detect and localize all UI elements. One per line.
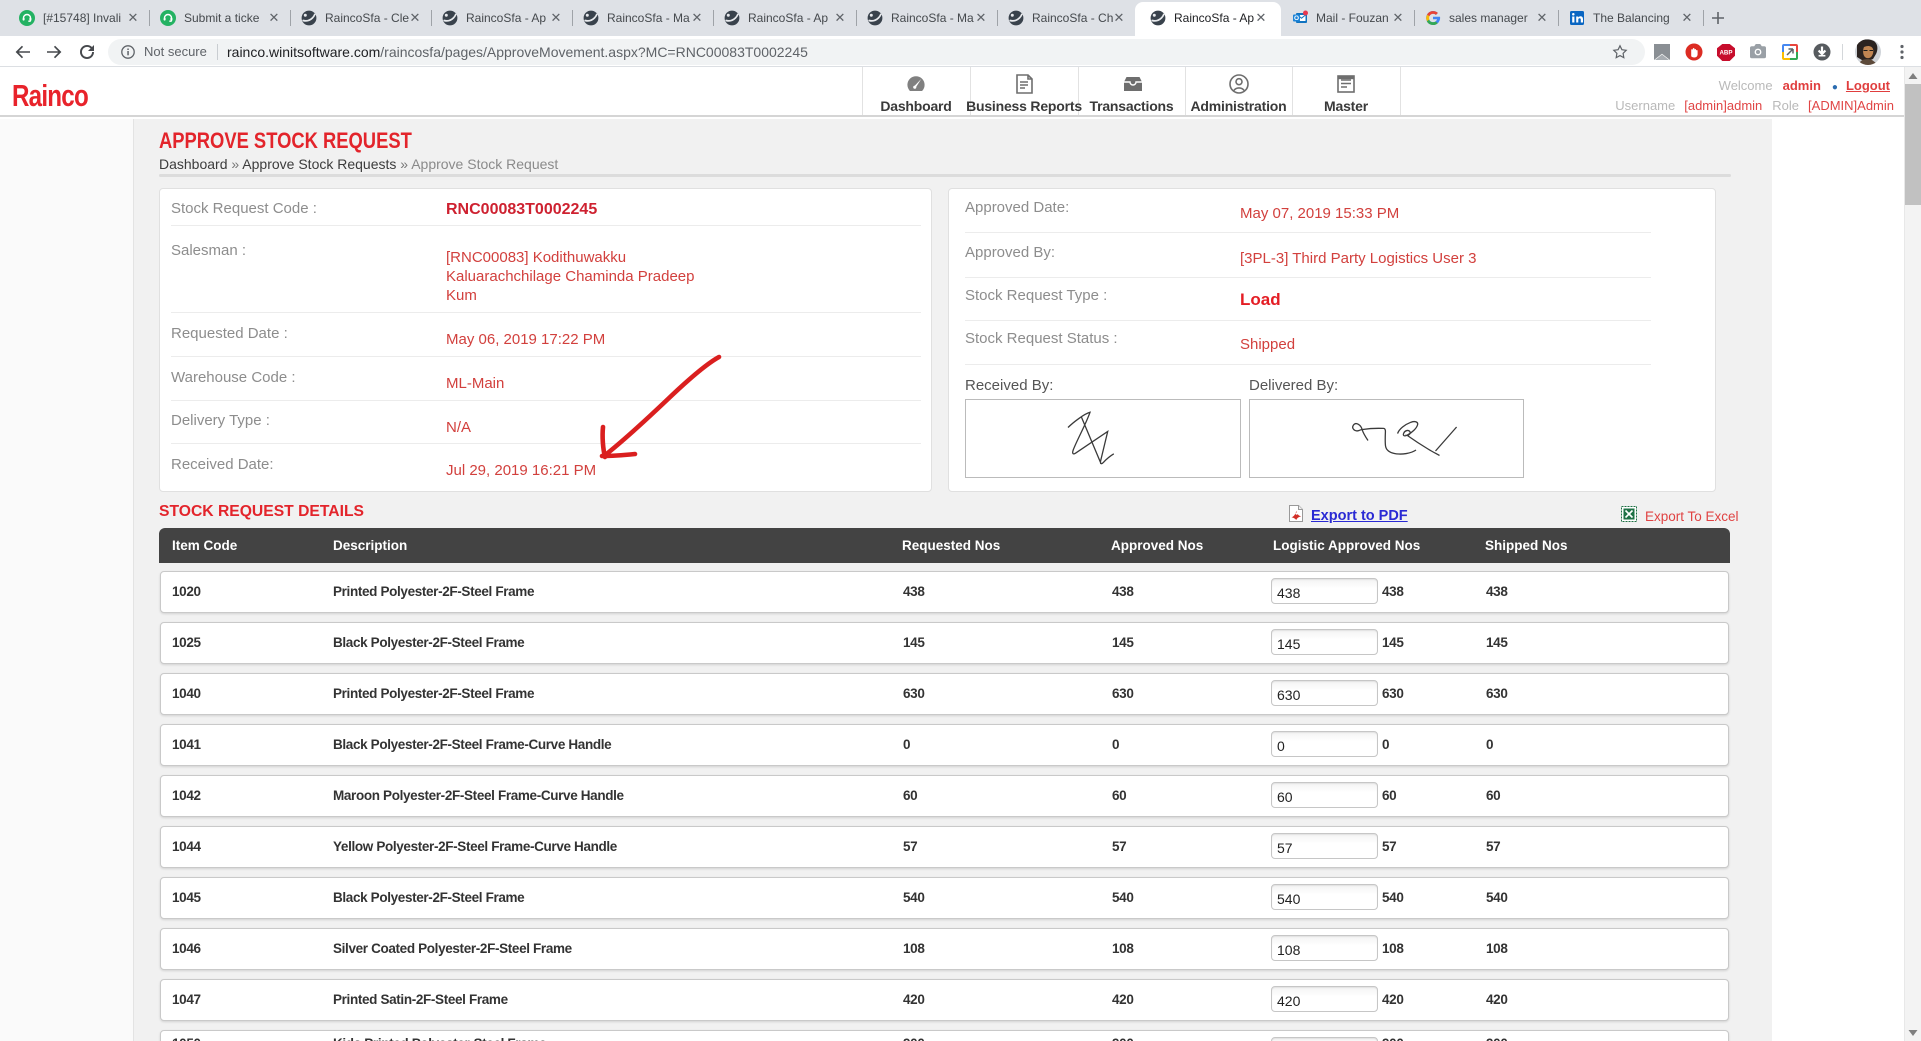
svg-text:ABP: ABP xyxy=(1719,50,1732,57)
svg-text:O: O xyxy=(1294,15,1299,22)
